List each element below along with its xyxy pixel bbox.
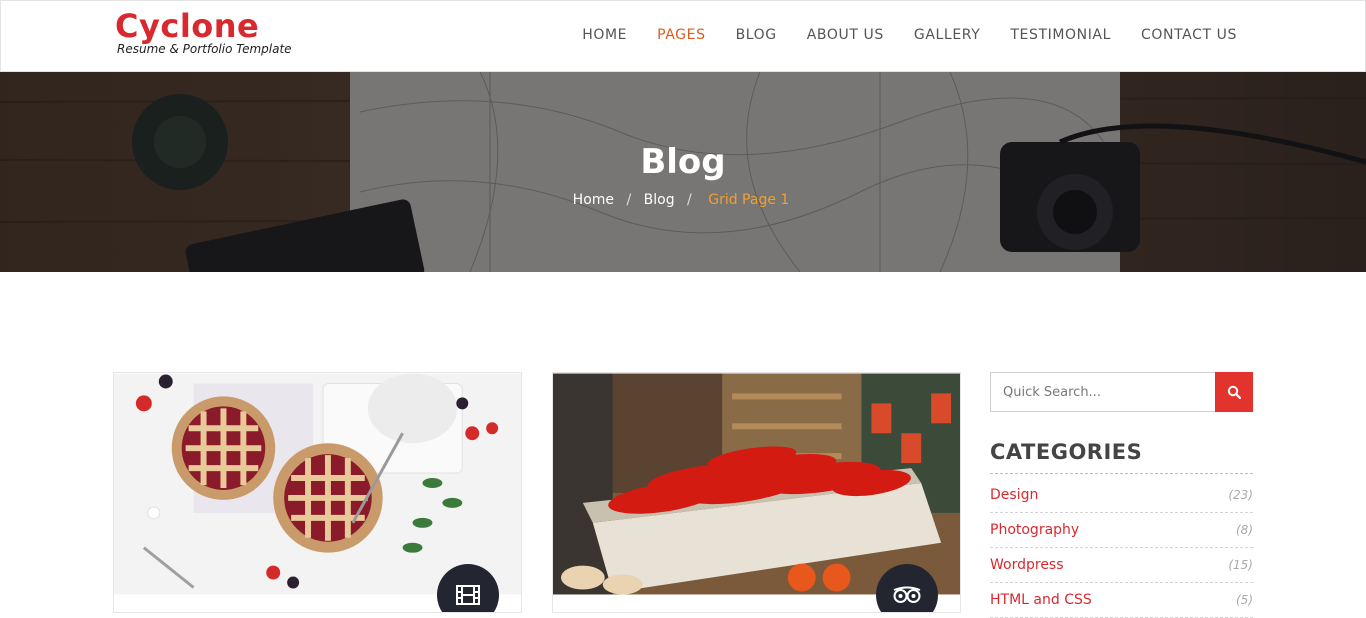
category-item: Photography (8) [990,513,1253,548]
main-nav: HOME PAGES BLOG ABOUT US GALLERY TESTIMO… [552,27,1237,43]
category-link-html-and-css[interactable]: HTML and CSS [990,592,1092,608]
blog-card-image[interactable] [553,373,960,595]
nav-home[interactable]: HOME [582,27,627,43]
category-count: (15) [1228,558,1253,572]
page-hero: Blog Home / Blog / Grid Page 1 [0,72,1366,272]
blog-card-image[interactable] [114,373,521,595]
site-header: Cyclone Resume & Portfolio Template HOME… [0,0,1366,72]
category-link-design[interactable]: Design [990,487,1038,503]
logo[interactable]: Cyclone Resume & Portfolio Template [115,7,292,56]
category-link-photography[interactable]: Photography [990,522,1079,538]
category-count: (5) [1236,593,1253,607]
categories-divider [990,473,1253,474]
category-count: (8) [1236,523,1253,537]
category-link-wordpress[interactable]: Wordpress [990,557,1064,573]
blog-card[interactable] [113,372,522,613]
tripadvisor-icon-graphic [893,586,921,603]
nav-testimonial[interactable]: TESTIMONIAL [1010,27,1111,43]
nav-blog[interactable]: BLOG [736,27,777,43]
categories-list: Design (23) Photography (8) Wordpress (1… [990,478,1253,618]
breadcrumb-home[interactable]: Home [573,192,614,208]
category-count: (23) [1228,488,1253,502]
category-item: Design (23) [990,478,1253,513]
film-icon-graphic [456,585,480,605]
search-input[interactable] [991,373,1215,411]
search-box [990,372,1253,412]
breadcrumb-blog[interactable]: Blog [644,192,675,208]
breadcrumb-separator: / [626,192,632,208]
nav-about-us[interactable]: ABOUT US [807,27,884,43]
nav-gallery[interactable]: GALLERY [914,27,980,43]
nav-contact-us[interactable]: CONTACT US [1141,27,1237,43]
blog-card[interactable] [552,372,961,613]
breadcrumb: Home / Blog / Grid Page 1 [0,192,1366,208]
nav-pages[interactable]: PAGES [657,27,705,43]
categories-heading: CATEGORIES [990,440,1143,464]
category-item: Wordpress (15) [990,548,1253,583]
search-button[interactable] [1215,372,1253,412]
search-icon [1227,385,1241,399]
breadcrumb-separator: / [687,192,692,208]
page-title: Blog [640,142,726,182]
logo-subtitle: Resume & Portfolio Template [117,42,292,56]
logo-title[interactable]: Cyclone [115,7,292,45]
breadcrumb-current: Grid Page 1 [708,192,790,208]
